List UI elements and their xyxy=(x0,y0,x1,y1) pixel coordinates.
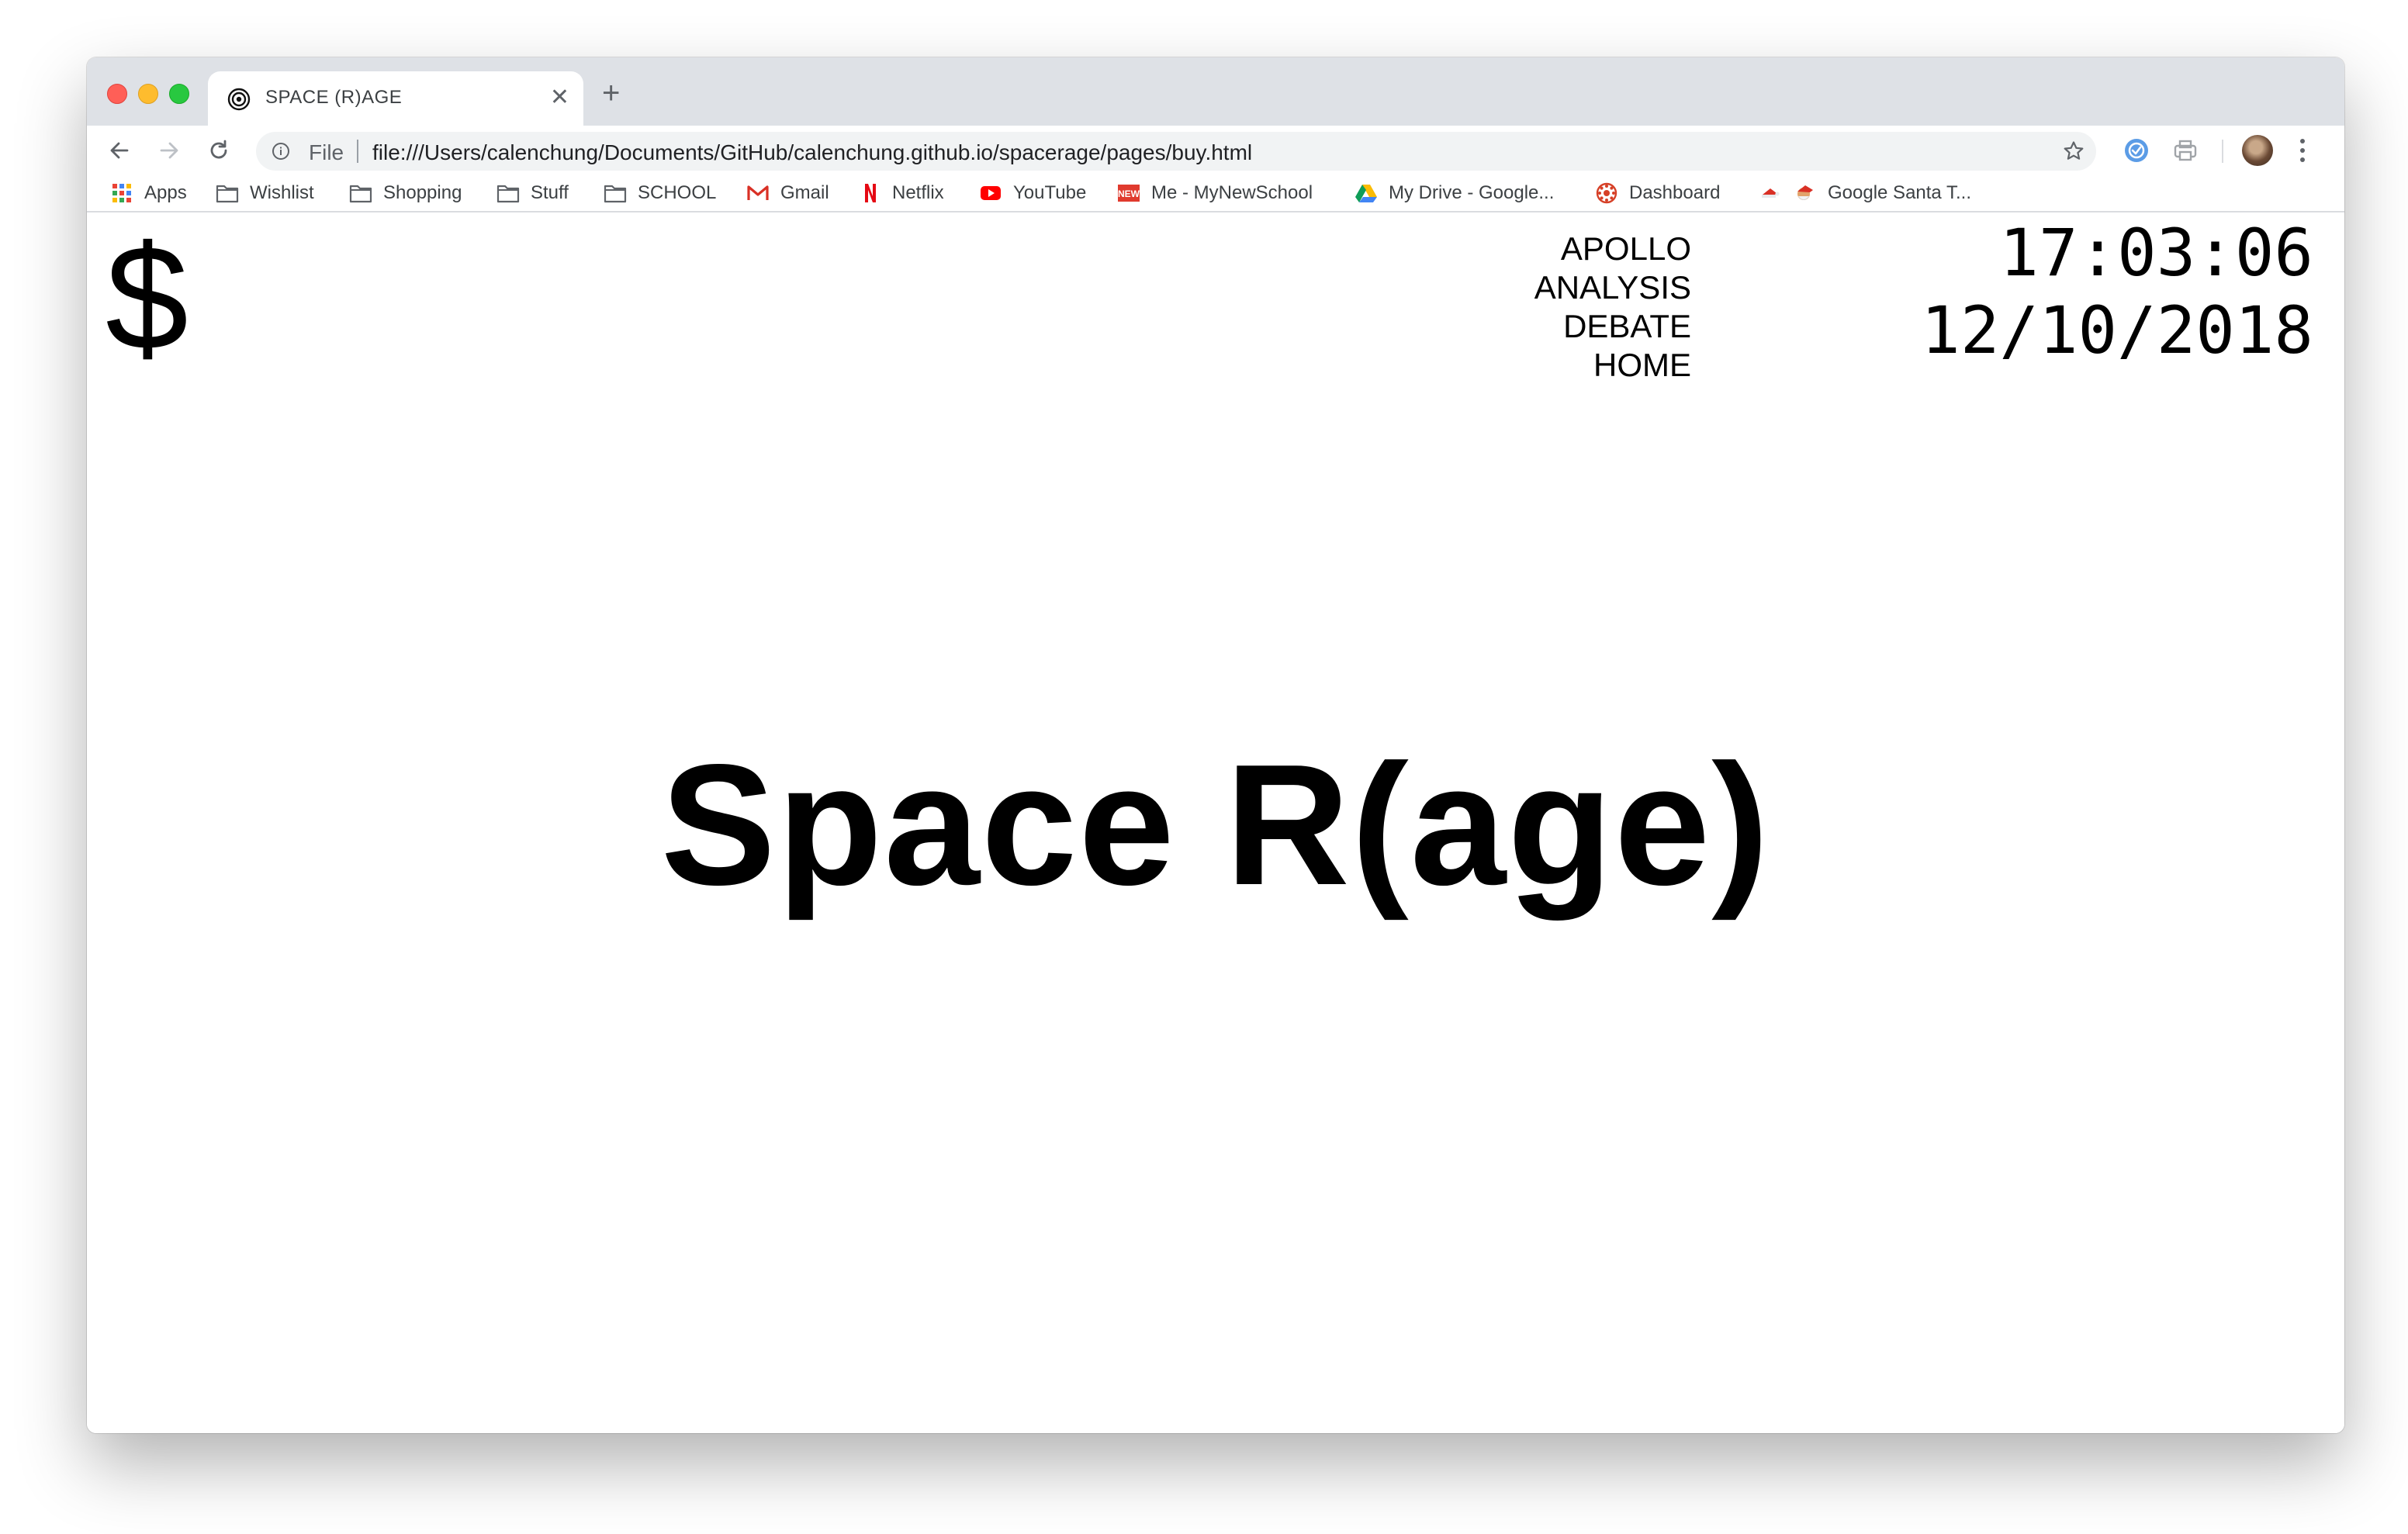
dashboard-icon xyxy=(1596,182,1617,204)
bookmark-label: Google Santa T... xyxy=(1828,182,1972,203)
bookmark-my-drive[interactable]: My Drive - Google... xyxy=(1354,181,1554,205)
bookmarks-bar: Apps Wishlist Shopping Stuff SCHOOL Gmai… xyxy=(87,175,2344,212)
folder-icon xyxy=(604,185,627,203)
page-content: $ APOLLO ANALYSIS DEBATE HOME 17:03:06 1… xyxy=(87,212,2344,1433)
bookmark-stuff[interactable]: Stuff xyxy=(496,181,569,205)
bookmark-label: Shopping xyxy=(383,182,462,203)
clock-time: 17:03:06 xyxy=(1999,215,2313,291)
new-icon: NEW xyxy=(1118,185,1140,202)
tab-strip: SPACE (R)AGE ✕ + xyxy=(87,57,2344,126)
tab-space-rage[interactable]: SPACE (R)AGE ✕ xyxy=(208,71,583,126)
tab-title: SPACE (R)AGE xyxy=(265,87,403,108)
browser-window: SPACE (R)AGE ✕ + File file:///Users/cale… xyxy=(87,57,2344,1433)
bookmark-school[interactable]: SCHOOL xyxy=(604,181,716,205)
bookmark-santa-hat[interactable] xyxy=(1758,181,1792,205)
santa-hat-icon xyxy=(1762,188,1780,198)
new-tab-button[interactable]: + xyxy=(602,78,620,109)
apps-grid-icon xyxy=(112,184,131,202)
nav-link-apollo[interactable]: APOLLO xyxy=(1534,230,1691,268)
bookmark-label: Me - MyNewSchool xyxy=(1151,182,1313,203)
back-arrow-icon[interactable] xyxy=(106,136,133,164)
close-window-button[interactable] xyxy=(107,84,127,104)
nav-link-analysis[interactable]: ANALYSIS xyxy=(1534,268,1691,307)
address-bar[interactable]: File file:///Users/calenchung/Documents/… xyxy=(256,132,2096,171)
dollar-logo[interactable]: $ xyxy=(106,223,189,372)
folder-icon xyxy=(349,185,372,203)
site-nav: APOLLO ANALYSIS DEBATE HOME xyxy=(1534,230,1691,385)
bookmark-mynewschool[interactable]: NEW Me - MyNewSchool xyxy=(1117,181,1313,205)
bookmark-label: My Drive - Google... xyxy=(1389,182,1555,203)
santa-icon xyxy=(1797,185,1813,200)
target-icon xyxy=(227,88,251,111)
omnibox-divider xyxy=(357,140,358,163)
folder-icon xyxy=(216,185,239,203)
bookmark-wishlist[interactable]: Wishlist xyxy=(216,181,314,205)
bookmark-label: Wishlist xyxy=(250,182,314,203)
bookmark-netflix[interactable]: Netflix xyxy=(858,181,944,205)
bookmark-google-santa[interactable]: Google Santa T... xyxy=(1794,181,1971,205)
scheme-label: File xyxy=(309,140,344,164)
bookmark-gmail[interactable]: Gmail xyxy=(746,181,829,205)
svg-text:NEW: NEW xyxy=(1118,188,1140,199)
printer-extension-icon[interactable] xyxy=(2172,138,2199,163)
bookmark-youtube[interactable]: YouTube xyxy=(979,181,1086,205)
extension-icon[interactable] xyxy=(2123,136,2150,164)
nav-link-debate[interactable]: DEBATE xyxy=(1534,307,1691,346)
bookmark-shopping[interactable]: Shopping xyxy=(349,181,462,205)
bookmark-label: Netflix xyxy=(892,182,944,203)
drive-icon xyxy=(1355,185,1377,202)
bookmark-star-icon[interactable] xyxy=(2062,140,2085,163)
zoom-window-button[interactable] xyxy=(169,84,189,104)
close-tab-icon[interactable]: ✕ xyxy=(550,84,569,112)
youtube-icon xyxy=(981,186,1001,200)
bookmark-label: Stuff xyxy=(531,182,569,203)
url-text[interactable]: file:///Users/calenchung/Documents/GitHu… xyxy=(372,140,1252,165)
nav-link-home[interactable]: HOME xyxy=(1534,346,1691,385)
toolbar: File file:///Users/calenchung/Documents/… xyxy=(87,126,2344,175)
bookmark-label: Gmail xyxy=(780,182,829,203)
bookmark-label: Dashboard xyxy=(1629,182,1721,203)
folder-icon xyxy=(496,185,520,203)
bookmark-label: YouTube xyxy=(1013,182,1087,203)
hero-title: Space R(age) xyxy=(660,729,1771,921)
reload-icon[interactable] xyxy=(205,136,233,164)
info-icon[interactable] xyxy=(272,142,290,161)
bookmark-dashboard[interactable]: Dashboard xyxy=(1595,181,1720,205)
profile-avatar[interactable] xyxy=(2242,135,2273,166)
toolbar-divider xyxy=(2222,140,2223,163)
bookmark-apps[interactable]: Apps xyxy=(110,181,187,205)
netflix-icon xyxy=(865,184,876,202)
clock-date: 12/10/2018 xyxy=(1921,292,2313,368)
gmail-icon xyxy=(747,185,769,200)
minimize-window-button[interactable] xyxy=(138,84,158,104)
bookmark-label: Apps xyxy=(144,182,187,203)
menu-kebab-icon[interactable] xyxy=(2299,136,2306,164)
forward-arrow-icon[interactable] xyxy=(155,136,183,164)
bookmark-label: SCHOOL xyxy=(638,182,717,203)
